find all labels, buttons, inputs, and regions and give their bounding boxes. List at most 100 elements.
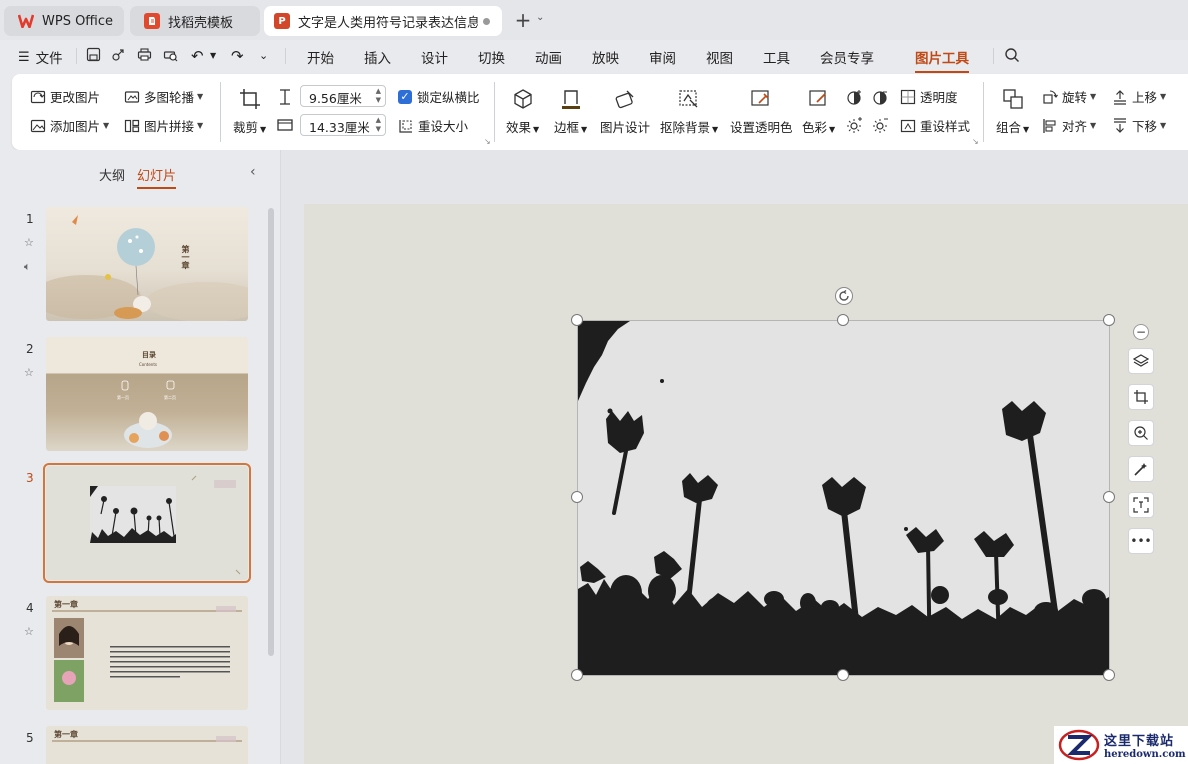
contrast-up-icon[interactable] — [846, 88, 864, 106]
set-transparent-color-button[interactable]: 设置透明色 — [730, 86, 793, 136]
crop-tool-icon[interactable] — [1128, 384, 1154, 410]
slide-number: 5 — [26, 731, 34, 745]
new-tab-button[interactable]: + — [512, 8, 534, 32]
chevron-down-icon[interactable]: ▼ — [210, 51, 216, 60]
unsaved-dot-icon[interactable] — [483, 18, 490, 25]
resize-handle-left[interactable] — [571, 491, 583, 503]
align-button[interactable]: 对齐 ▼ — [1042, 116, 1096, 135]
menu-review[interactable]: 审阅 — [649, 47, 676, 67]
transparency-button[interactable]: 透明度 — [900, 87, 958, 106]
collapse-toolbar-icon[interactable]: − — [1133, 324, 1149, 340]
add-picture-button[interactable]: 添加图片 ▼ — [30, 116, 109, 135]
tab-slides[interactable]: 幻灯片 — [137, 165, 177, 189]
slide-thumbnail-5[interactable]: 第一章 — [46, 726, 248, 764]
contrast-down-icon[interactable] — [872, 88, 890, 106]
slides-scrollbar[interactable] — [268, 208, 274, 656]
slide-thumbnail-3[interactable] — [43, 463, 251, 583]
picture-tools-ribbon: 更改图片 添加图片 ▼ 多图轮播 ▼ 图片拼接 ▼ 裁剪 ▼ 9.56厘米 ▲ … — [12, 74, 1188, 150]
chevron-down-icon[interactable]: ⌄ — [536, 12, 544, 23]
menu-animation[interactable]: 动画 — [535, 47, 562, 67]
move-up-button[interactable]: 上移 ▼ — [1112, 87, 1166, 106]
print-icon[interactable] — [137, 47, 152, 66]
menu-design[interactable]: 设计 — [421, 47, 448, 67]
star-icon[interactable]: ☆ — [24, 625, 34, 638]
resize-handle-bottom-left[interactable] — [571, 669, 583, 681]
tab-label: 文字是人类用符号记录表达信息以 — [298, 15, 478, 31]
move-down-button[interactable]: 下移 ▼ — [1112, 116, 1166, 135]
brightness-down-icon[interactable] — [872, 116, 890, 134]
lock-ratio-checkbox[interactable]: ✓ 锁定纵横比 — [398, 87, 480, 106]
more-options-icon[interactable]: ••• — [1128, 528, 1154, 554]
chevron-down-icon: ▼ — [103, 121, 110, 130]
magic-edit-icon[interactable] — [1128, 456, 1154, 482]
picture-dialog-launcher-icon[interactable]: ↘ — [972, 137, 979, 146]
undo-icon[interactable]: ↶ — [191, 47, 204, 65]
border-button[interactable]: 边框 ▼ — [554, 86, 587, 136]
zoom-in-icon[interactable] — [1128, 420, 1154, 446]
resize-handle-top-left[interactable] — [571, 314, 583, 326]
menu-membership[interactable]: 会员专享 — [820, 47, 874, 67]
multi-carousel-button[interactable]: 多图轮播 ▼ — [124, 87, 203, 106]
print-preview-icon[interactable] — [163, 47, 178, 66]
transparency-label: 透明度 — [920, 90, 958, 105]
change-picture-button[interactable]: 更改图片 — [30, 87, 100, 106]
menu-insert[interactable]: 插入 — [364, 47, 391, 67]
menu-bar: ☰ 文件 ↶ ▼ ↷ ⌄ 开始 插入 设计 切换 动画 放映 审阅 视图 工具 … — [0, 40, 1188, 73]
tab-docer-templates[interactable]: 找稻壳模板 — [130, 6, 260, 36]
search-icon[interactable] — [1004, 47, 1020, 67]
add-picture-icon — [30, 119, 46, 132]
brightness-up-icon[interactable] — [846, 116, 864, 134]
resize-handle-bottom-right[interactable] — [1103, 669, 1115, 681]
slides-pane: 大纲 幻灯片 ‹ 1 ☆ 🔈︎ 第一章 2 ☆ 目录 Contents 第一页 … — [0, 150, 280, 764]
picture-selection-frame — [577, 320, 1110, 676]
spinner-arrows-icon[interactable]: ▲ ▼ — [376, 116, 381, 134]
width-input[interactable]: 14.33厘米 ▲ ▼ — [300, 114, 386, 136]
export-icon[interactable] — [111, 47, 126, 66]
slide-4-art — [52, 606, 242, 702]
star-icon[interactable]: ☆ — [24, 366, 34, 379]
ocr-extract-icon[interactable] — [1128, 492, 1154, 518]
effects-button[interactable]: 效果 ▼ — [506, 86, 539, 136]
menu-tools[interactable]: 工具 — [763, 47, 790, 67]
tab-current-document[interactable]: P 文字是人类用符号记录表达信息以 — [264, 6, 502, 36]
picture-design-button[interactable]: 图片设计 — [600, 86, 650, 136]
rotate-button[interactable]: 旋转 ▼ — [1042, 87, 1096, 106]
chevron-down-icon[interactable]: ⌄ — [259, 49, 268, 62]
resize-handle-bottom[interactable] — [837, 669, 849, 681]
reset-size-button[interactable]: 重设大小 — [398, 116, 468, 135]
color-button[interactable]: 色彩 ▼ — [802, 86, 835, 136]
menu-transition[interactable]: 切换 — [478, 47, 505, 67]
layers-icon[interactable] — [1128, 348, 1154, 374]
size-dialog-launcher-icon[interactable]: ↘ — [484, 137, 491, 146]
group-button[interactable]: 组合 ▼ — [996, 86, 1029, 136]
save-icon[interactable] — [86, 47, 101, 66]
slide-thumbnail-4[interactable]: 第一章 — [46, 596, 248, 710]
tab-wps-office[interactable]: WPS Office — [4, 6, 124, 36]
resize-handle-right[interactable] — [1103, 491, 1115, 503]
resize-handle-top[interactable] — [837, 314, 849, 326]
reset-style-button[interactable]: 重设样式 — [900, 116, 970, 135]
slide-number: 3 — [26, 471, 34, 485]
divider — [983, 82, 984, 142]
redo-icon[interactable]: ↷ — [231, 47, 244, 65]
remove-background-button[interactable]: 抠除背景 ▼ — [660, 86, 718, 136]
slide-thumbnail-2[interactable]: 目录 Contents 第一页 第二页 — [46, 337, 248, 451]
menu-start[interactable]: 开始 — [307, 47, 334, 67]
slide-thumbnail-1[interactable]: 第一章 — [46, 207, 248, 321]
audio-icon[interactable]: 🔈︎ — [24, 260, 31, 274]
group-label: 组合 ▼ — [996, 120, 1030, 135]
star-icon[interactable]: ☆ — [24, 236, 34, 249]
menu-slideshow[interactable]: 放映 — [592, 47, 619, 67]
collapse-pane-icon[interactable]: ‹ — [250, 164, 256, 180]
rotate-handle-icon[interactable] — [835, 287, 853, 305]
picture-stitch-button[interactable]: 图片拼接 ▼ — [124, 116, 203, 135]
menu-view[interactable]: 视图 — [706, 47, 733, 67]
tab-outline[interactable]: 大纲 — [99, 165, 125, 184]
divider — [285, 48, 286, 64]
menu-picture-tools[interactable]: 图片工具 — [915, 47, 969, 73]
height-input[interactable]: 9.56厘米 ▲ ▼ — [300, 85, 386, 107]
spinner-arrows-icon[interactable]: ▲ ▼ — [376, 87, 381, 105]
crop-button[interactable]: 裁剪 ▼ — [233, 86, 266, 136]
resize-handle-top-right[interactable] — [1103, 314, 1115, 326]
file-menu[interactable]: ☰ 文件 — [18, 47, 63, 68]
